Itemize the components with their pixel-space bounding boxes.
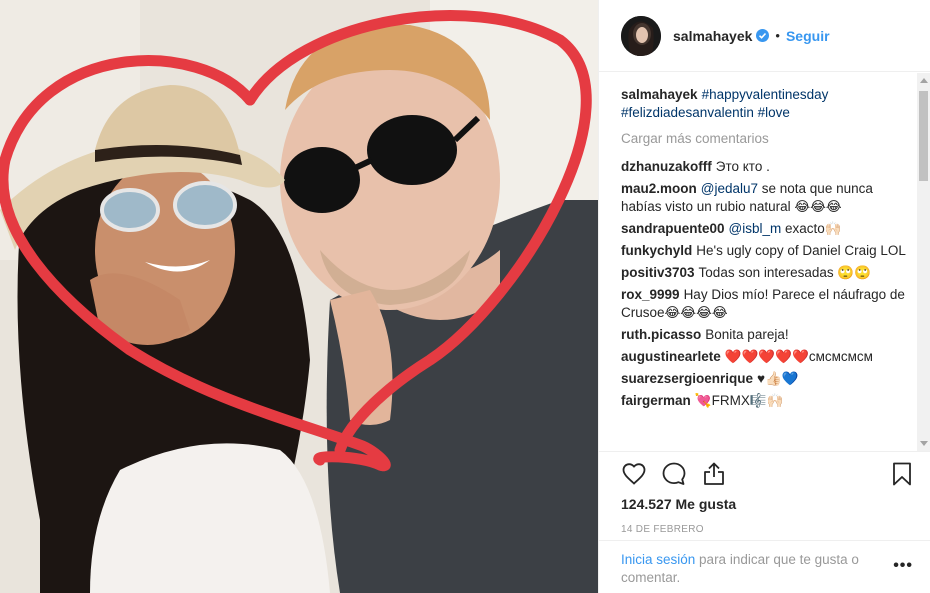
post-actions: 124.527 Me gusta 14 DE FEBRERO [599,451,930,535]
comment-username[interactable]: suarezsergioenrique [621,371,753,386]
comment-username[interactable]: fairgerman [621,393,691,408]
heart-icon[interactable] [621,461,647,487]
comment-text: ♥👍🏻💙 [757,371,799,386]
comment-username[interactable]: sandrapuente00 [621,221,725,236]
header-separator: • [775,28,780,43]
comment-item: fairgerman 💘FRMX🎼🙌🏻 [621,392,911,410]
comment-text: He's ugly copy of Daniel Craig LOL [696,243,906,258]
post-side-panel: salmahayek • Seguir salmahayek #happyvale… [598,0,930,593]
post-date: 14 DE FEBRERO [621,524,704,535]
comment-item: suarezsergioenrique ♥👍🏻💙 [621,370,911,388]
comment-mention[interactable]: @jedalu7 [701,181,758,196]
comment-text: Это кто . [715,159,770,174]
share-icon[interactable] [701,461,727,487]
comment-username[interactable]: ruth.picasso [621,327,701,342]
comment-text: Bonita pareja! [705,327,789,342]
comment-username[interactable]: dzhanuzakofff [621,159,712,174]
comment-text: Todas son interesadas 🙄🙄 [698,265,872,280]
comment-item: dzhanuzakofff Это кто . [621,158,911,176]
verified-badge-icon [756,29,770,42]
comment-item: sandrapuente00 @isbl_m exacto🙌🏻 [621,220,911,238]
comment-username[interactable]: funkychyld [621,243,692,258]
scroll-down-arrow-icon[interactable] [920,441,928,446]
like-count[interactable]: 124.527 Me gusta [621,496,909,512]
load-more-comments-button[interactable]: Cargar más comentarios [621,130,911,148]
comment-icon[interactable] [661,461,687,487]
scrollbar-thumb[interactable] [919,91,928,181]
comment-text: ❤️❤️❤️❤️❤️cмcмcмcм [724,349,873,364]
comment-item: rox_9999 Hay Dios mío! Parece el náufrago… [621,286,911,322]
login-prompt: Inicia sesión para indicar que te gusta … [599,540,930,593]
post-caption: salmahayek #happyvalentinesday #felizdiad… [621,86,911,122]
action-icons-row [621,452,911,496]
post-username[interactable]: salmahayek [673,28,752,44]
photo-illustration [0,0,598,593]
avatar[interactable] [621,15,661,56]
comment-username[interactable]: augustinearlete [621,349,721,364]
comment-username[interactable]: rox_9999 [621,287,680,302]
comment-text: 💘FRMX🎼🙌🏻 [694,393,784,408]
comment-mention[interactable]: @isbl_m [729,221,782,236]
post-photo[interactable] [0,0,598,593]
comments-list: salmahayek #happyvalentinesday #felizdiad… [621,86,911,446]
caption-username[interactable]: salmahayek [621,87,698,102]
bookmark-icon[interactable] [889,461,915,487]
instagram-post: salmahayek • Seguir salmahayek #happyvale… [0,0,930,593]
comment-item: ruth.picasso Bonita pareja! [621,326,911,344]
comment-item: funkychyld He's ugly copy of Daniel Craig… [621,242,911,260]
comment-username[interactable]: positiv3703 [621,265,695,280]
comment-text: exacto🙌🏻 [781,221,842,236]
login-link[interactable]: Inicia sesión [621,552,695,567]
comment-username[interactable]: mau2.moon [621,181,697,196]
scroll-up-arrow-icon[interactable] [920,78,928,83]
comment-item: positiv3703 Todas son interesadas 🙄🙄 [621,264,911,282]
follow-button[interactable]: Seguir [786,28,830,44]
comment-item: augustinearlete ❤️❤️❤️❤️❤️cмcмcмcм [621,348,911,366]
comment-item: mau2.moon @jedalu7 se nota que nunca habí… [621,180,911,216]
post-header: salmahayek • Seguir [599,0,930,72]
more-options-button[interactable]: ••• [893,557,913,575]
comments-scrollbar[interactable] [917,73,930,451]
